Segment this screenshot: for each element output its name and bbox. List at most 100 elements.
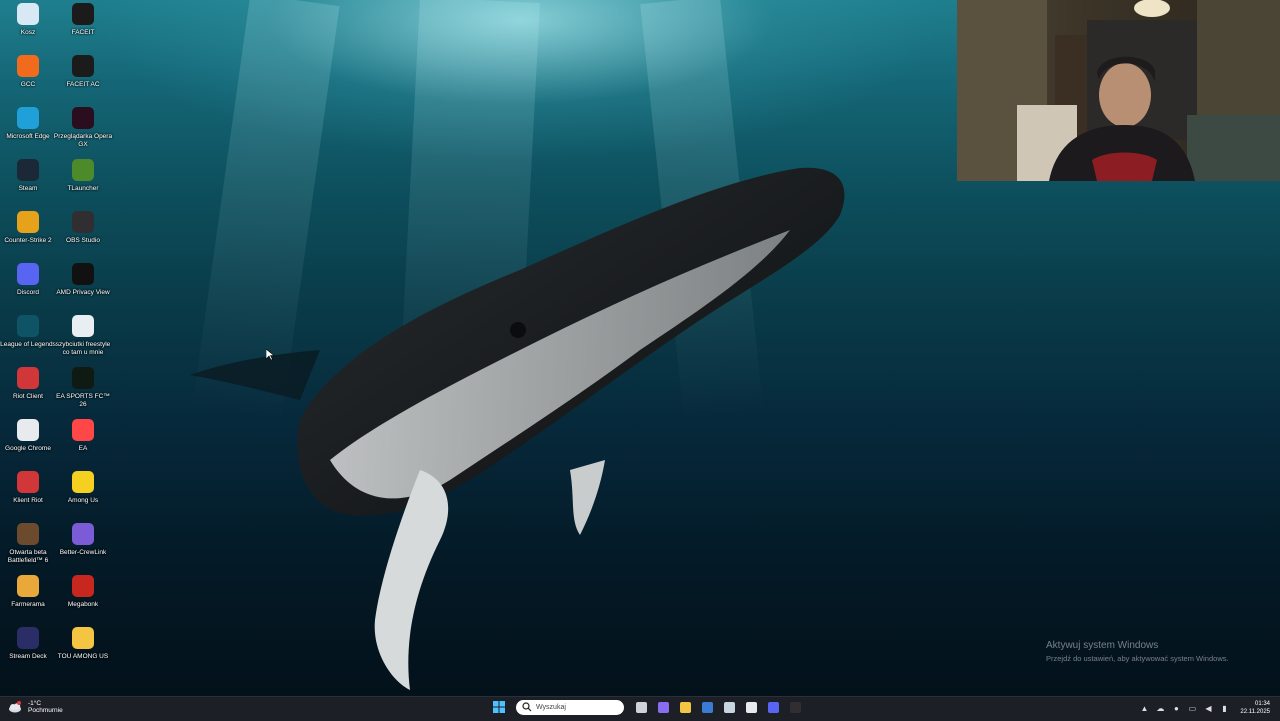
microsoft-store-button[interactable] bbox=[699, 699, 715, 715]
cs2-icon bbox=[17, 211, 39, 233]
among-us-icon bbox=[72, 471, 94, 493]
desktop-shortcut-farmerama[interactable]: Farmerama bbox=[0, 572, 56, 624]
desktop-shortcut-label: Better-CrewLink bbox=[59, 549, 107, 556]
volume-icon[interactable]: ◀ bbox=[1203, 703, 1213, 713]
discord-icon bbox=[17, 263, 39, 285]
tlauncher-icon bbox=[72, 159, 94, 181]
desktop-shortcut-amd-privacy[interactable]: AMD Privacy View bbox=[55, 260, 111, 312]
faceit-icon bbox=[72, 3, 94, 25]
gcc-icon bbox=[17, 55, 39, 77]
desktop-shortcut-label: League of Legends bbox=[0, 341, 56, 348]
file-explorer-button[interactable] bbox=[677, 699, 693, 715]
riot-icon bbox=[17, 367, 39, 389]
discord-taskbar-icon bbox=[767, 701, 779, 713]
task-view-button[interactable] bbox=[633, 699, 649, 715]
desktop-shortcut-label: Kosz bbox=[20, 29, 36, 36]
chevron-up-icon[interactable]: ▲ bbox=[1139, 703, 1149, 713]
desktop-shortcut-among-us[interactable]: Among Us bbox=[55, 468, 111, 520]
folder-icon bbox=[72, 627, 94, 649]
cloud-icon bbox=[9, 701, 21, 713]
steam-taskbar-button[interactable] bbox=[721, 699, 737, 715]
desktop-shortcut-faceit[interactable]: FACEIT bbox=[55, 0, 111, 52]
desktop-shortcut-crewlink[interactable]: Better-CrewLink bbox=[55, 520, 111, 572]
network-icon[interactable]: ▭ bbox=[1187, 703, 1197, 713]
chrome-taskbar-button[interactable] bbox=[743, 699, 759, 715]
riot-icon bbox=[17, 471, 39, 493]
desktop-shortcut-label: Farmerama bbox=[11, 601, 45, 608]
desktop-shortcut-cs2[interactable]: Counter-Strike 2 bbox=[0, 208, 56, 260]
desktop-shortcut-label: Steam bbox=[18, 185, 38, 192]
battery-icon[interactable]: ▮ bbox=[1219, 703, 1229, 713]
webcam-overlay bbox=[957, 0, 1280, 181]
obs-taskbar-icon bbox=[789, 701, 801, 713]
chrome-taskbar-icon bbox=[745, 701, 757, 713]
activation-subtitle: Przejdź do ustawień, aby aktywować syste… bbox=[1046, 654, 1229, 663]
desktop-shortcut-ea[interactable]: EA bbox=[55, 416, 111, 468]
windows-activation-watermark: Aktywuj system Windows Przejdź do ustawi… bbox=[1046, 640, 1229, 663]
search-placeholder: Wyszukaj bbox=[536, 703, 566, 711]
copilot-icon bbox=[657, 701, 669, 713]
desktop-shortcut-fc26[interactable]: EA SPORTS FC™ 26 bbox=[55, 364, 111, 416]
desktop-shortcut-label: Megabonk bbox=[67, 601, 99, 608]
desktop-shortcut-discord[interactable]: Discord bbox=[0, 260, 56, 312]
desktop-shortcut-edge[interactable]: Microsoft Edge bbox=[0, 104, 56, 156]
desktop-shortcut-document[interactable]: szybciutki freestyle co tam u mnie bbox=[55, 312, 111, 364]
taskbar-search-box[interactable]: Wyszukaj bbox=[516, 699, 624, 715]
desktop-shortcut-label: Otwarta beta Battlefield™ 6 bbox=[7, 549, 49, 564]
desktop-shortcut-recycle-bin[interactable]: Kosz bbox=[0, 0, 56, 52]
start-button[interactable] bbox=[491, 699, 507, 715]
activation-title: Aktywuj system Windows bbox=[1046, 640, 1159, 651]
desktop-shortcut-label: Stream Deck bbox=[9, 653, 47, 660]
weather-widget[interactable]: -1°C Pochmurnie bbox=[8, 700, 63, 714]
onedrive-cloud-icon[interactable]: ☁ bbox=[1155, 703, 1165, 713]
desktop-shortcut-opera-gx[interactable]: Przeglądarka Opera GX bbox=[54, 104, 112, 156]
copilot-button[interactable] bbox=[655, 699, 671, 715]
lol-icon bbox=[17, 315, 39, 337]
recycle-bin-icon bbox=[17, 3, 39, 25]
desktop-shortcut-battlefield[interactable]: Otwarta beta Battlefield™ 6 bbox=[0, 520, 56, 572]
desktop-shortcut-label: Google Chrome bbox=[5, 445, 51, 452]
desktop-shortcut-label: FACEIT bbox=[71, 29, 95, 36]
mouse-cursor-icon bbox=[266, 349, 274, 361]
desktop-shortcut-steam[interactable]: Steam bbox=[0, 156, 56, 208]
taskbar: -1°C Pochmurnie Wyszukaj ▲ ☁ ● ▭ ◀ ▮ 01:… bbox=[0, 696, 1280, 721]
taskbar-clock[interactable]: 01:34 22.11.2025 bbox=[1240, 700, 1270, 716]
taskbar-center: Wyszukaj bbox=[488, 699, 806, 715]
desktop-shortcut-stream-deck[interactable]: Stream Deck bbox=[0, 624, 56, 676]
desktop-shortcut-obs[interactable]: OBS Studio bbox=[55, 208, 111, 260]
desktop-shortcut-faceit-ac[interactable]: FACEIT AC bbox=[55, 52, 111, 104]
desktop-shortcut-riot[interactable]: Riot Client bbox=[0, 364, 56, 416]
desktop-shortcut-label: szybciutki freestyle co tam u mnie bbox=[55, 341, 111, 356]
megabonk-icon bbox=[72, 575, 94, 597]
desktop-shortcut-label: EA SPORTS FC™ 26 bbox=[56, 393, 110, 408]
farmerama-icon bbox=[17, 575, 39, 597]
windows-logo-icon bbox=[493, 701, 505, 713]
search-icon bbox=[522, 702, 532, 712]
ea-icon bbox=[72, 419, 94, 441]
desktop-shortcut-lol[interactable]: League of Legends bbox=[0, 312, 56, 364]
discord-taskbar-button[interactable] bbox=[765, 699, 781, 715]
obs-taskbar-button[interactable] bbox=[787, 699, 803, 715]
system-tray: ▲ ☁ ● ▭ ◀ ▮ 01:34 22.11.2025 bbox=[1136, 700, 1270, 716]
steam-taskbar-icon bbox=[723, 701, 735, 713]
desktop-shortcut-tlauncher[interactable]: TLauncher bbox=[55, 156, 111, 208]
stream-deck-icon bbox=[17, 627, 39, 649]
microphone-icon[interactable]: ● bbox=[1171, 703, 1181, 713]
clock-time: 01:34 bbox=[1254, 701, 1270, 707]
desktop-shortcut-gcc[interactable]: GCC bbox=[0, 52, 56, 104]
desktop-shortcut-chrome[interactable]: Google Chrome bbox=[0, 416, 56, 468]
task-view-icon bbox=[635, 701, 647, 713]
desktop-shortcut-label: Discord bbox=[16, 289, 40, 296]
obs-icon bbox=[72, 211, 94, 233]
document-icon bbox=[72, 315, 94, 337]
desktop-shortcut-label: Klient Riot bbox=[13, 497, 43, 504]
desktop-shortcut-riot[interactable]: Klient Riot bbox=[0, 468, 56, 520]
crewlink-icon bbox=[72, 523, 94, 545]
desktop-shortcut-label: AMD Privacy View bbox=[56, 289, 110, 296]
desktop-shortcut-folder[interactable]: TOU AMONG US bbox=[55, 624, 111, 676]
desktop-shortcut-megabonk[interactable]: Megabonk bbox=[55, 572, 111, 624]
file-explorer-icon bbox=[679, 701, 691, 713]
chrome-icon bbox=[17, 419, 39, 441]
desktop-shortcut-label: Riot Client bbox=[13, 393, 43, 400]
desktop-shortcut-label: FACEIT AC bbox=[66, 81, 100, 88]
